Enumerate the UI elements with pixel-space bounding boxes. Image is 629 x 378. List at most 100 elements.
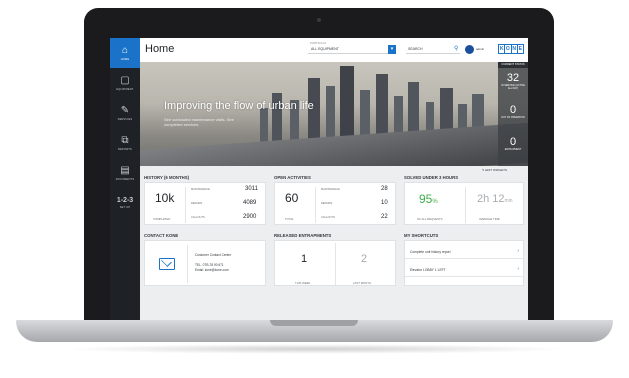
shortcut-label: Elevator LOBBY 1 LEFT (410, 268, 446, 272)
page-title: Home (145, 43, 175, 55)
open-row-value: 28 (381, 186, 388, 192)
history-completed-value: 10k (155, 191, 175, 205)
open-row-value: 22 (381, 214, 388, 220)
solved-average-label: AVERAGE TIME (479, 217, 500, 221)
contact-email[interactable]: Email: kone@kone.com (195, 268, 229, 273)
solved-percent: 95% (419, 192, 438, 206)
chevron-right-icon: › (517, 248, 519, 254)
history-row-label: CALLOUTS (191, 216, 205, 219)
home-icon: ⌂ (121, 44, 129, 56)
history-row-label: REPAIRS (191, 202, 203, 205)
released-last-month-value: 2 (361, 253, 368, 265)
history-completed-label: COMPLETED (153, 217, 171, 221)
solved-average: 2h 12min (477, 193, 513, 205)
camera-dot (317, 18, 321, 22)
edit-widgets-label: EDIT WIDGETS (485, 168, 507, 172)
logo-letter: K (499, 45, 505, 53)
logo-letter: N (511, 45, 517, 53)
shortcut-item[interactable]: Elevator LOBBY 1 LEFT › (405, 263, 524, 277)
status-panel: CURRENT STATUS 32 IN SERVICE (ACTIVE ALL… (498, 62, 528, 166)
portfolio-select[interactable]: ALL EQUIPMENT (308, 45, 388, 54)
history-row-value: 4089 (243, 200, 257, 206)
sidebar-item-documents[interactable]: ▤ DOCUMENTS (110, 158, 140, 188)
status-entrapment[interactable]: 0 ENTRAPMENT (498, 132, 528, 164)
sidebar-item-reports[interactable]: ⧉ REPORTS (110, 128, 140, 158)
status-label: OUT OF OPERATION (501, 116, 525, 119)
status-out-of-operation[interactable]: 0 OUT OF OPERATION (498, 100, 528, 132)
open-total-label: TOTAL (285, 217, 294, 221)
solved-card[interactable]: 95% OF ALL REQUESTS 2h 12min AVERAGE TIM… (404, 182, 524, 225)
status-value: 32 (506, 72, 520, 84)
laptop-lid: ⌂ HOME ▢ EQUIPMENT ✎ SERVICES ⧉ REPORTS … (84, 8, 554, 333)
status-in-service[interactable]: 32 IN SERVICE (ACTIVE ALL DAY) (498, 68, 528, 100)
hero-headline: Improving the flow of urban life (164, 100, 314, 112)
laptop-shadow (60, 344, 569, 354)
shortcuts-card: Complete unit history report › Elevator … (404, 240, 524, 286)
solved-average-value: 2h 12 (477, 193, 505, 205)
status-value: 0 (509, 136, 517, 148)
history-row-value: 3011 (245, 186, 258, 192)
app-screen: ⌂ HOME ▢ EQUIPMENT ✎ SERVICES ⧉ REPORTS … (110, 38, 528, 320)
open-row-label: MAINTENANCE (321, 188, 340, 191)
sidebar-item-home[interactable]: ⌂ HOME (110, 38, 140, 68)
released-card[interactable]: 1 THIS WEEK 2 LAST MONTH (274, 240, 396, 286)
report-icon: ⧉ (121, 134, 129, 146)
sidebar-item-label: EQUIPMENT (116, 87, 134, 91)
shortcut-item[interactable]: Complete unit history report › (405, 245, 524, 259)
sidebar-item-equipment[interactable]: ▢ EQUIPMENT (110, 68, 140, 98)
sidebar-item-label: HOME (120, 57, 130, 61)
released-last-month-label: LAST MONTH (353, 281, 371, 285)
contact-title: CONTACT KONE (144, 233, 179, 238)
history-row-value: 2900 (243, 214, 257, 220)
user-menu[interactable]: admin (476, 47, 484, 51)
equipment-icon: ▢ (120, 74, 130, 86)
edit-widgets-link[interactable]: ✎ EDIT WIDGETS (482, 168, 507, 172)
search-icon[interactable]: ⚲ (454, 45, 458, 52)
contact-card[interactable]: Customer Contact Center TEL. 0TB-78 90 6… (144, 240, 266, 286)
status-label: ENTRAPMENT (504, 148, 522, 151)
status-header: CURRENT STATUS (498, 62, 528, 68)
kone-logo: K O N E (498, 44, 524, 54)
open-row-label: CALLOUTS (321, 216, 335, 219)
wrench-icon: ✎ (120, 104, 130, 116)
logo-letter: O (505, 45, 511, 53)
open-activities-title: OPEN ACTIVITIES (274, 175, 311, 180)
released-this-week-value: 1 (301, 253, 308, 265)
status-value: 0 (509, 104, 517, 116)
open-row-value: 10 (381, 200, 388, 206)
laptop-notch (270, 320, 358, 326)
shortcut-label: Complete unit history report (410, 250, 451, 254)
history-row-label: MAINTENANCE (191, 188, 210, 191)
chevron-down-icon[interactable]: ▾ (388, 45, 396, 54)
sidebar-item-label: SERVICES (117, 117, 133, 121)
released-title: RELEASED ENTRAPMENTS (274, 233, 332, 238)
solved-percent-label: OF ALL REQUESTS (417, 217, 443, 221)
search-input[interactable]: SEARCH (406, 45, 460, 54)
hero-subtext: See scheduled maintenance visits. See co… (164, 117, 234, 127)
open-activities-card[interactable]: 60 TOTAL MAINTENANCE 28 REPAIRS 10 CALLO… (274, 182, 396, 225)
solved-average-unit: min (504, 198, 513, 204)
solved-title: SOLVED UNDER 3 HOURS (404, 175, 459, 180)
contact-center: Customer Contact Center (195, 253, 232, 257)
sidebar-item-setup[interactable]: 1-2-3 SET UP (110, 188, 140, 218)
mail-icon (159, 258, 175, 270)
shortcuts-title: MY SHORTCUTS (404, 233, 439, 238)
sidebar-item-services[interactable]: ✎ SERVICES (110, 98, 140, 128)
laptop-photo: ⌂ HOME ▢ EQUIPMENT ✎ SERVICES ⧉ REPORTS … (0, 0, 629, 378)
open-total-value: 60 (285, 191, 299, 205)
setup-icon: 1-2-3 (116, 197, 134, 204)
logo-letter: E (517, 45, 523, 53)
released-this-week-label: THIS WEEK (295, 281, 311, 285)
top-header: Home PORTFOLIO ALL EQUIPMENT ▾ SEARCH ⚲ … (140, 38, 528, 62)
sidebar-item-label: REPORTS (118, 147, 132, 151)
solved-percent-unit: % (432, 199, 438, 205)
hero-banner: Improving the flow of urban life See sch… (140, 62, 528, 166)
sidebar: ⌂ HOME ▢ EQUIPMENT ✎ SERVICES ⧉ REPORTS … (110, 38, 140, 320)
document-icon: ▤ (120, 164, 130, 176)
history-title: HISTORY (6 MONTHS) (144, 175, 190, 180)
avatar[interactable] (465, 45, 474, 54)
open-row-label: REPAIRS (321, 202, 333, 205)
sidebar-item-label: SET UP (119, 206, 131, 209)
sidebar-item-label: DOCUMENTS (115, 177, 135, 181)
history-card[interactable]: 10k COMPLETED MAINTENANCE 3011 REPAIRS 4… (144, 182, 266, 225)
